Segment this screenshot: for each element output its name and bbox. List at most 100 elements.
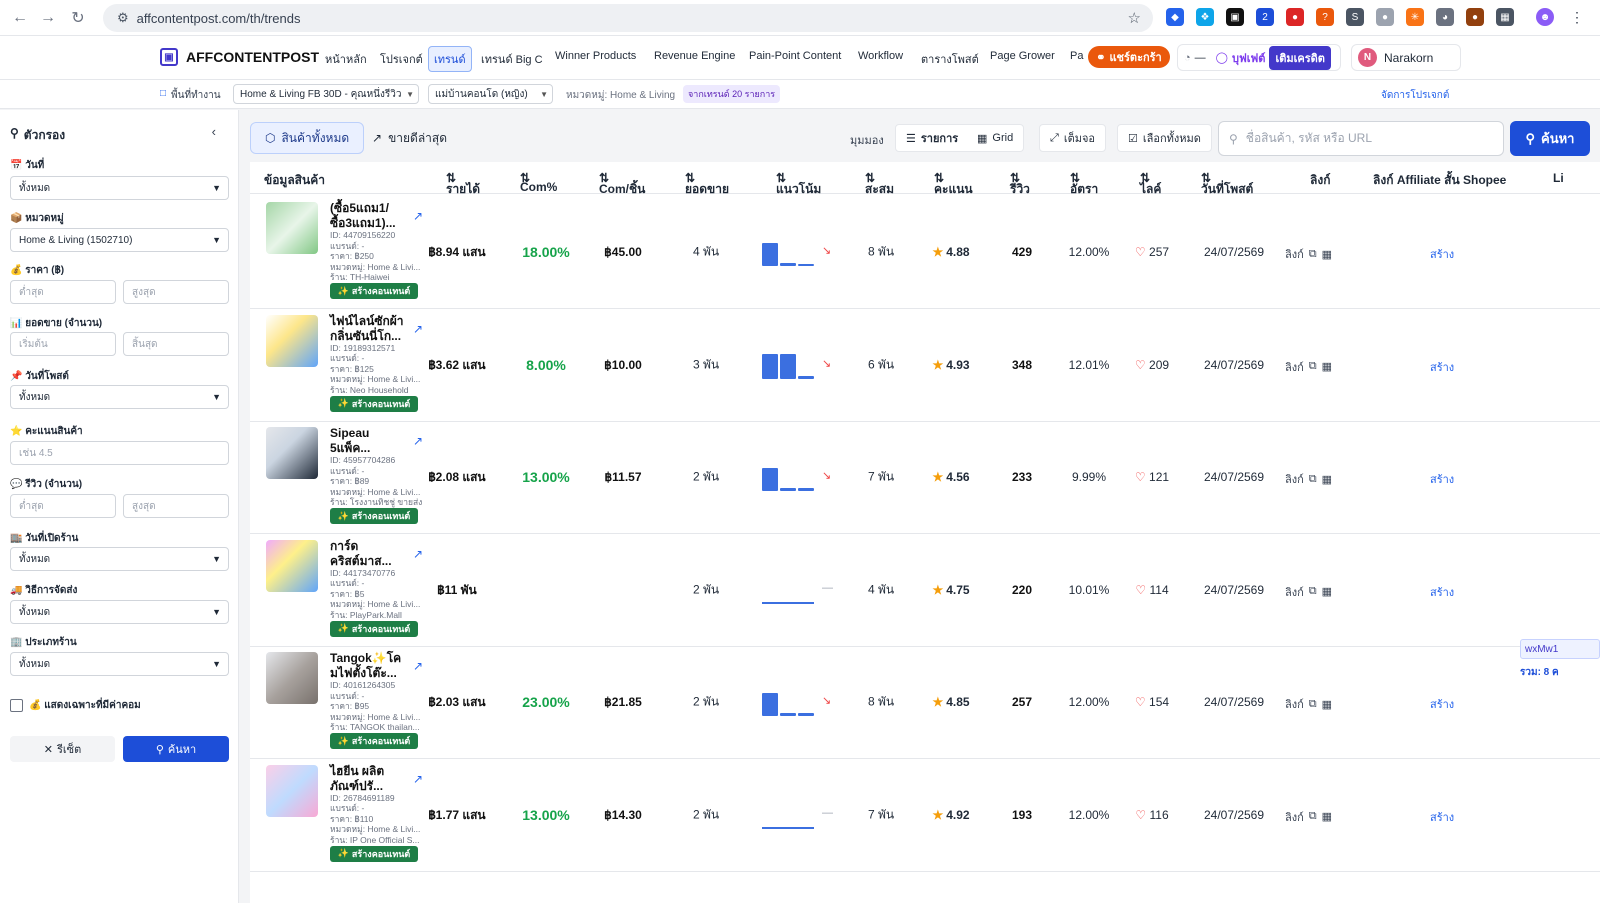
col-reviews[interactable]: รีวิว ⇅ — [1010, 171, 1030, 196]
product-image[interactable] — [266, 539, 318, 592]
nav-workflow[interactable]: Workflow — [858, 50, 903, 62]
bookmark-star-icon[interactable]: ☆ — [1128, 9, 1141, 27]
puzzle-icon[interactable]: ▦ — [1496, 8, 1514, 26]
shop-open-select[interactable]: ทั้งหมด ▼ — [10, 547, 229, 571]
share-cart-button[interactable]: ⚭ แชร์ตะกร้า — [1088, 46, 1170, 68]
link-cell[interactable]: ลิงก์ ⧉ ▦ — [1285, 470, 1332, 488]
post-date-select[interactable]: ทั้งหมด ▼ — [10, 385, 229, 409]
calendar-icon[interactable]: ▦ — [1322, 360, 1332, 373]
copy-icon[interactable]: ⧉ — [1309, 360, 1317, 373]
copy-icon[interactable]: ⧉ — [1309, 810, 1317, 823]
only-commission-toggle[interactable]: 💰 แสดงเฉพาะที่มีค่าคอม — [10, 698, 141, 713]
copy-icon[interactable]: ⧉ — [1309, 585, 1317, 598]
product-search-button[interactable]: ⚲ ค้นหา — [1510, 121, 1590, 156]
category-select[interactable]: Home & Living (1502710) ▼ — [10, 228, 229, 252]
collapse-icon[interactable]: ‹ — [212, 124, 216, 139]
create-content-button[interactable]: ✨ สร้างคอนเทนต์ — [330, 733, 418, 749]
calendar-icon[interactable]: ▦ — [1322, 473, 1332, 486]
review-min-input[interactable]: ต่ำสุด — [10, 494, 116, 518]
rating-input[interactable]: เช่น 4.5 — [10, 441, 229, 465]
product-image[interactable] — [266, 427, 318, 479]
nav-more[interactable]: Pa — [1070, 50, 1083, 62]
filter-search-button[interactable]: ⚲ ค้นหา — [123, 736, 229, 762]
nav-page-grower[interactable]: Page Grower — [990, 50, 1055, 62]
manage-projects-link[interactable]: จัดการโปรเจกต์ — [1381, 88, 1449, 103]
select-all-button[interactable]: ☑ เลือกทั้งหมด — [1117, 124, 1212, 152]
col-more[interactable]: Li — [1553, 171, 1564, 185]
sales-end-input[interactable]: สิ้นสุด — [123, 332, 229, 356]
product-name[interactable]: (ซื้อ5แถม1/ ซื้อ3แถม1)... — [330, 201, 405, 231]
price-min-input[interactable]: ต่ำสุด — [10, 280, 116, 304]
create-affiliate-link[interactable]: สร้าง — [1430, 695, 1454, 713]
create-affiliate-link[interactable]: สร้าง — [1430, 245, 1454, 263]
extension-icon[interactable]: ◕ — [1436, 8, 1454, 26]
col-com-unit[interactable]: Com/ชิ้น ⇅ — [599, 171, 645, 196]
product-name[interactable]: ไฟน์ไลน์ซักผ้า กลิ่นซันนี่โก... — [330, 314, 405, 344]
calendar-icon[interactable]: ▦ — [1322, 810, 1332, 823]
price-max-input[interactable]: สูงสุด — [123, 280, 229, 304]
review-max-input[interactable]: สูงสุด — [123, 494, 229, 518]
col-rating[interactable]: คะแนน ⇅ — [934, 171, 973, 196]
tab-best-sellers[interactable]: ↗ ขายดีล่าสุด — [358, 122, 461, 154]
nav-trends-bigc[interactable]: เทรนด์ Big C — [481, 50, 543, 68]
create-content-button[interactable]: ✨ สร้างคอนเทนต์ — [330, 620, 418, 637]
link-cell[interactable]: ลิงก์ ⧉ ▦ — [1285, 695, 1332, 713]
extension-icon[interactable]: ❖ — [1196, 8, 1214, 26]
col-total[interactable]: สะสม ⇅ — [865, 171, 894, 196]
external-link-icon[interactable]: ↗ — [413, 434, 423, 448]
extension-icon[interactable]: ◆ — [1166, 8, 1184, 26]
col-post-date[interactable]: วันที่โพสต์ ⇅ — [1201, 171, 1253, 196]
product-name[interactable]: Tangok✨โค มไฟตั้งโต๊ะ... — [330, 651, 405, 681]
product-name[interactable]: ไฮยีน ผลิตภัณฑ์ปรั... — [330, 764, 405, 794]
link-text[interactable]: ลิงก์ — [1285, 470, 1304, 488]
product-image[interactable] — [266, 314, 318, 367]
profile-icon[interactable]: ☻ — [1536, 8, 1554, 26]
extension-icon[interactable]: 2 — [1256, 8, 1274, 26]
cookie-icon[interactable]: ● — [1466, 8, 1484, 26]
nav-projects[interactable]: โปรเจกต์ — [380, 50, 423, 68]
camera-icon[interactable]: ● — [1376, 8, 1394, 26]
col-affiliate[interactable]: ลิงก์ Affiliate สั้น Shopee — [1373, 171, 1506, 190]
product-image[interactable] — [266, 652, 318, 704]
product-image[interactable] — [266, 764, 318, 817]
tab-all-products[interactable]: ⬡ สินค้าทั้งหมด — [250, 122, 365, 154]
product-search-input[interactable]: ⚲ ชื่อสินค้า, รหัส หรือ URL — [1218, 121, 1504, 156]
nav-winner-products[interactable]: Winner Products — [555, 50, 636, 62]
product-image[interactable] — [266, 202, 318, 254]
shipping-select[interactable]: ทั้งหมด ▼ — [10, 600, 229, 624]
nav-revenue-engine[interactable]: Revenue Engine — [654, 50, 735, 62]
forward-icon[interactable]: → — [34, 4, 62, 32]
create-content-button[interactable]: ✨ สร้างคอนเทนต์ — [330, 508, 418, 524]
reset-button[interactable]: ✕ รีเซ็ต — [10, 736, 115, 762]
menu-icon[interactable]: ⋮ — [1568, 8, 1586, 26]
copy-icon[interactable]: ⧉ — [1309, 248, 1317, 261]
address-bar[interactable]: ⚙ affcontentpost.com/th/trends ☆ — [103, 4, 1153, 32]
nav-post-schedule[interactable]: ตารางโพสต์ — [921, 50, 979, 68]
link-text[interactable]: ลิงก์ — [1285, 583, 1304, 601]
col-link[interactable]: ลิงก์ — [1310, 171, 1330, 190]
link-text[interactable]: ลิงก์ — [1285, 358, 1304, 376]
grid-view-button[interactable]: ▦ Grid — [967, 124, 1025, 152]
extension-icon[interactable]: ✳ — [1406, 8, 1424, 26]
external-link-icon[interactable]: ↗ — [413, 547, 423, 561]
create-affiliate-link[interactable]: สร้าง — [1430, 470, 1454, 488]
affiliate-tag[interactable]: wxMw1 — [1520, 639, 1600, 659]
sales-start-input[interactable]: เริ่มต้น — [10, 332, 116, 356]
col-rate[interactable]: อัตรา ⇅ — [1070, 171, 1098, 196]
project-select[interactable]: Home & Living FB 30D - คุณหนึ่งรีวิว ▼ — [233, 84, 419, 104]
site-info-icon[interactable]: ⚙ — [117, 10, 129, 26]
topup-button[interactable]: เติมเครดิต — [1269, 45, 1331, 70]
nav-pain-point[interactable]: Pain-Point Content — [749, 50, 841, 62]
link-cell[interactable]: ลิงก์ ⧉ ▦ — [1285, 808, 1332, 826]
link-text[interactable]: ลิงก์ — [1285, 245, 1304, 263]
col-com-pct[interactable]: Com% ⇅ — [520, 171, 557, 194]
extension-icon[interactable]: ? — [1316, 8, 1334, 26]
calendar-icon[interactable]: ▦ — [1322, 585, 1332, 598]
col-product[interactable]: ข้อมูลสินค้า — [264, 171, 325, 190]
copy-icon[interactable]: ⧉ — [1309, 698, 1317, 711]
nav-home[interactable]: หน้าหลัก — [325, 50, 367, 68]
col-revenue[interactable]: รายได้ ⇅ — [446, 171, 480, 196]
product-name[interactable]: การ์ด คริสต์มาส... — [330, 539, 405, 569]
col-trend[interactable]: แนวโน้ม ⇅ — [776, 171, 821, 196]
create-affiliate-link[interactable]: สร้าง — [1430, 358, 1454, 376]
